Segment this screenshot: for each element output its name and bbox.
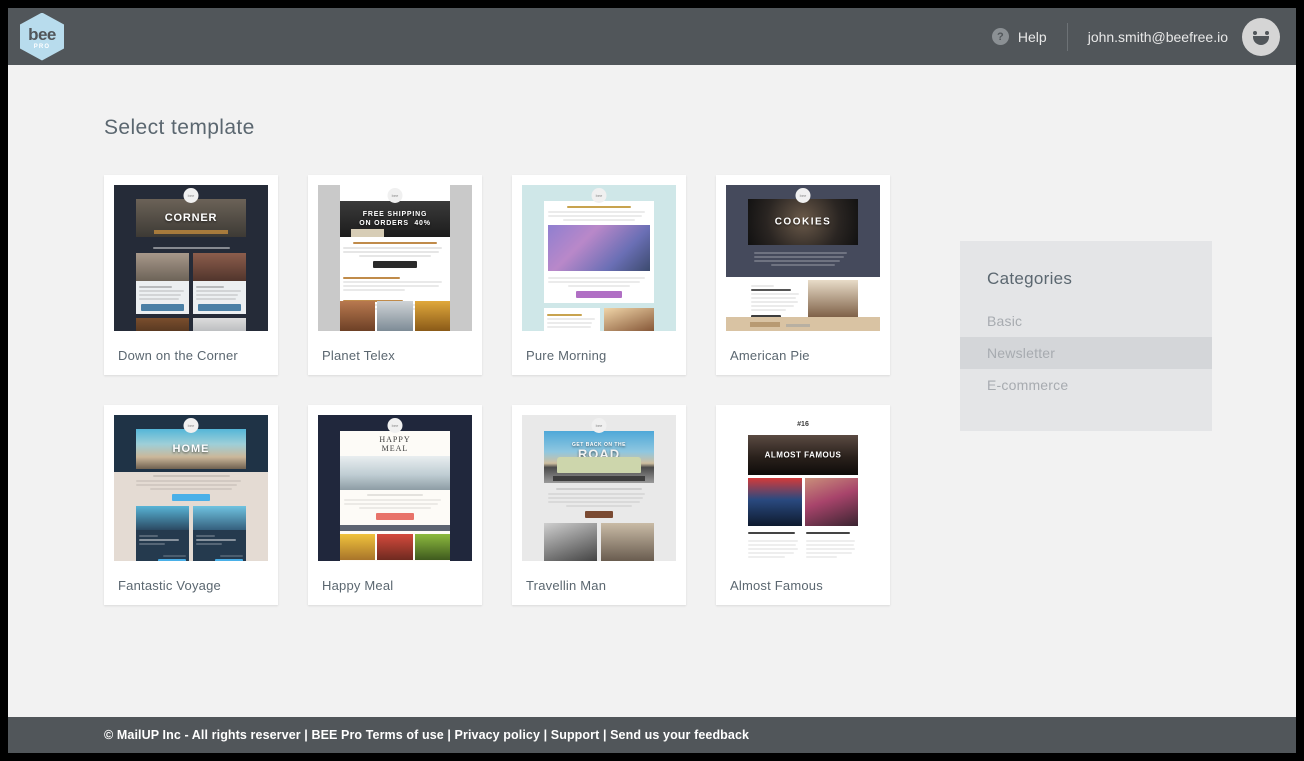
categories-title: Categories — [960, 241, 1212, 289]
template-card[interactable]: bee HOME — [104, 405, 278, 605]
template-preview: bee CORNER — [114, 185, 268, 331]
template-name: Travellin Man — [522, 561, 676, 593]
template-thumbnail: #16 ALMOST FAMOUS — [726, 415, 880, 561]
template-thumbnail: bee HOME — [114, 415, 268, 561]
bee-badge-icon: bee — [184, 188, 199, 203]
categories-panel: Categories Basic Newsletter E-commerce — [960, 241, 1212, 431]
template-grid: bee CORNER — [104, 175, 904, 605]
template-thumbnail: bee — [522, 185, 676, 331]
categories-list: Basic Newsletter E-commerce — [960, 305, 1212, 401]
template-name: American Pie — [726, 331, 880, 363]
template-preview: bee HAPPYMEAL — [318, 415, 472, 561]
template-thumbnail: bee FREE SHIPPINGON ORDERS 40% — [318, 185, 472, 331]
bee-badge-icon: bee — [796, 188, 811, 203]
template-thumbnail: bee GET BACK ON THE ROAD — [522, 415, 676, 561]
template-name: Fantastic Voyage — [114, 561, 268, 593]
avatar[interactable] — [1242, 18, 1280, 56]
template-card[interactable]: bee HAPPYMEAL — [308, 405, 482, 605]
template-name: Happy Meal — [318, 561, 472, 593]
help-link[interactable]: Help — [1018, 29, 1047, 45]
bee-badge-icon: bee — [592, 418, 607, 433]
sidebar-item-ecommerce[interactable]: E-commerce — [960, 369, 1212, 401]
template-card[interactable]: #16 ALMOST FAMOUS — [716, 405, 890, 605]
smiley-eye-right-icon — [1265, 31, 1269, 35]
app-header: bee PRO ? Help john.smith@beefree.io — [8, 8, 1296, 65]
logo-wordmark: bee — [28, 26, 56, 43]
template-preview: bee COOKIES — [726, 185, 880, 331]
smiley-eye-left-icon — [1253, 31, 1257, 35]
template-name: Almost Famous — [726, 561, 880, 593]
template-thumbnail: bee CORNER — [114, 185, 268, 331]
template-preview: bee HOME — [114, 415, 268, 561]
app-frame: bee PRO ? Help john.smith@beefree.io Sel… — [8, 8, 1296, 753]
template-card[interactable]: bee CORNER — [104, 175, 278, 375]
template-name: Planet Telex — [318, 331, 472, 363]
header-actions: ? Help john.smith@beefree.io — [992, 18, 1280, 56]
user-email-label[interactable]: john.smith@beefree.io — [1088, 29, 1228, 45]
logo-pro-tag: PRO — [34, 44, 51, 50]
template-card[interactable]: bee COOKIES — [716, 175, 890, 375]
issue-number-label: #16 — [726, 421, 880, 428]
bee-badge-icon: bee — [184, 418, 199, 433]
app-footer: © MailUP Inc - All rights reserver | BEE… — [8, 717, 1296, 753]
template-preview: bee FREE SHIPPINGON ORDERS 40% — [318, 185, 472, 331]
template-name: Pure Morning — [522, 331, 676, 363]
header-divider — [1067, 23, 1068, 51]
question-mark-icon[interactable]: ? — [992, 28, 1009, 45]
template-preview: #16 ALMOST FAMOUS — [726, 415, 880, 561]
template-name: Down on the Corner — [114, 331, 268, 363]
bee-pro-logo[interactable]: bee PRO — [20, 13, 64, 61]
footer-links[interactable]: © MailUP Inc - All rights reserver | BEE… — [104, 728, 749, 742]
bee-badge-icon: bee — [388, 188, 403, 203]
template-thumbnail: bee COOKIES — [726, 185, 880, 331]
smiley-mouth-icon — [1253, 36, 1269, 45]
template-card[interactable]: bee — [512, 175, 686, 375]
template-preview: bee — [522, 185, 676, 331]
template-card[interactable]: bee FREE SHIPPINGON ORDERS 40% — [308, 175, 482, 375]
page-title: Select template — [104, 116, 255, 140]
main-content: Select template bee CORNER — [8, 65, 1296, 717]
bee-badge-icon: bee — [388, 418, 403, 433]
template-card[interactable]: bee GET BACK ON THE ROAD — [512, 405, 686, 605]
template-preview: bee GET BACK ON THE ROAD — [522, 415, 676, 561]
sidebar-item-basic[interactable]: Basic — [960, 305, 1212, 337]
template-thumbnail: bee HAPPYMEAL — [318, 415, 472, 561]
sidebar-item-newsletter[interactable]: Newsletter — [960, 337, 1212, 369]
bee-badge-icon: bee — [592, 188, 607, 203]
